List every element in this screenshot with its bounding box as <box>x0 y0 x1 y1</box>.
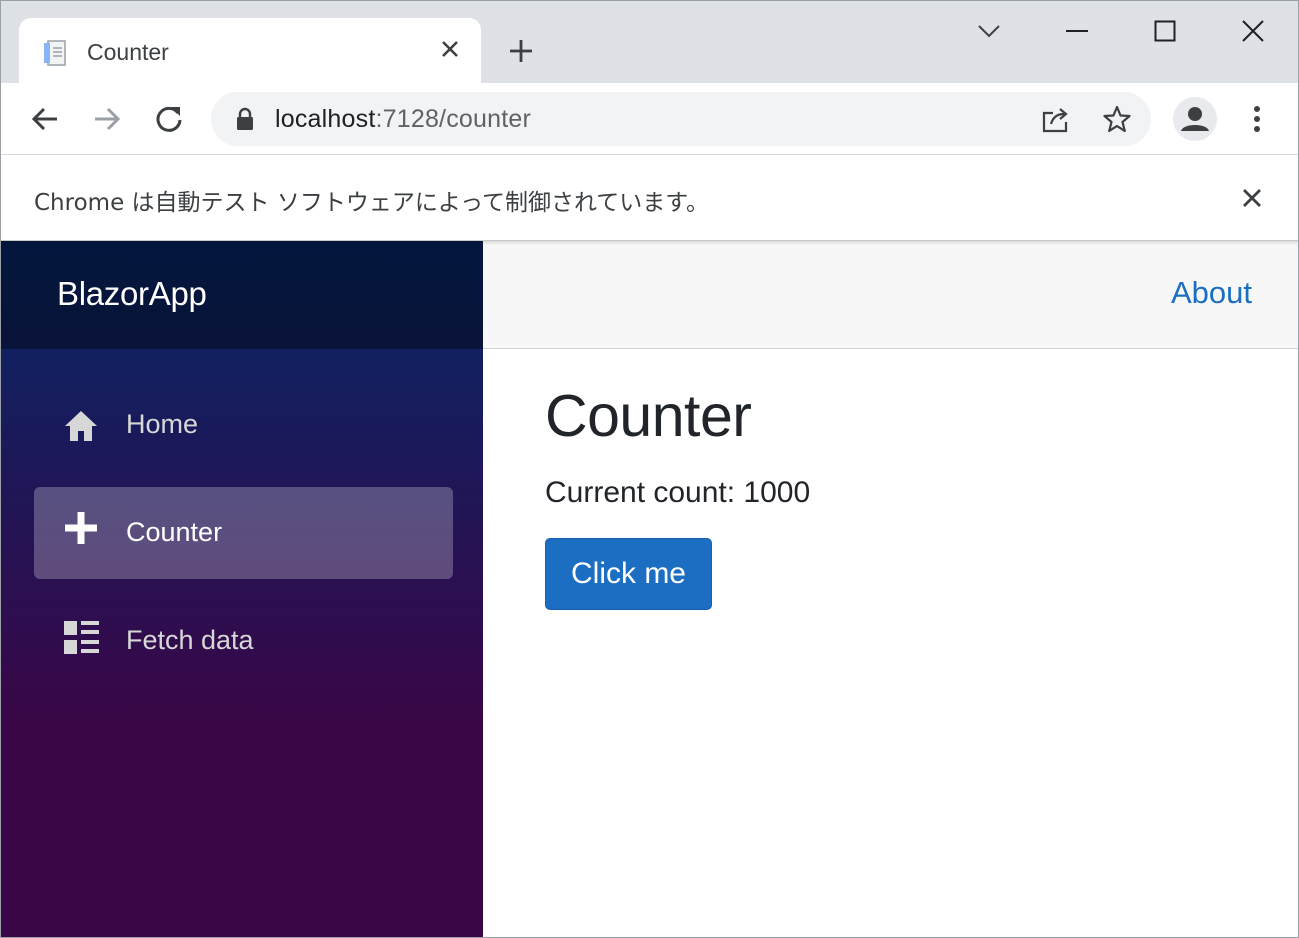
list-rich-icon <box>64 621 99 655</box>
reload-icon[interactable] <box>149 99 189 139</box>
brand-bar: BlazorApp <box>1 241 483 349</box>
main-content: About Counter Current count: 1000 Click … <box>483 241 1298 937</box>
url-host: localhost <box>275 105 376 133</box>
profile-avatar-icon[interactable] <box>1173 97 1217 141</box>
chevron-down-icon[interactable] <box>969 11 1009 51</box>
nav-item-label: Counter <box>126 517 223 547</box>
plus-icon <box>64 511 98 545</box>
back-icon[interactable] <box>25 99 65 139</box>
close-infobar-icon[interactable] <box>1235 181 1269 215</box>
forward-icon[interactable] <box>87 99 127 139</box>
nav-item-label: Fetch data <box>126 625 254 655</box>
tab-strip: Counter <box>1 1 1298 83</box>
home-icon <box>64 409 98 443</box>
click-me-button[interactable]: Click me <box>545 538 712 610</box>
tab-counter[interactable]: Counter <box>19 18 481 83</box>
share-icon[interactable] <box>1040 103 1072 135</box>
browser-window: Counter localhost:7128/counter Chrome は自… <box>0 0 1299 938</box>
brand-link[interactable]: BlazorApp <box>57 275 207 313</box>
lock-icon[interactable] <box>233 107 257 131</box>
url-text[interactable]: localhost:7128/counter <box>275 105 531 134</box>
nav-item-fetch-data[interactable]: Fetch data <box>34 595 453 687</box>
new-tab-icon[interactable] <box>504 34 538 68</box>
tab-title: Counter <box>87 39 169 65</box>
nav-item-home[interactable]: Home <box>34 379 453 471</box>
nav-item-counter[interactable]: Counter <box>34 487 453 579</box>
close-tab-icon[interactable] <box>435 34 465 64</box>
address-bar[interactable]: localhost:7128/counter <box>211 92 1151 146</box>
minimize-icon[interactable] <box>1057 11 1097 51</box>
sidebar: BlazorApp Home Counter Fetch data <box>1 241 483 937</box>
article: Counter Current count: 1000 Click me <box>545 387 810 610</box>
automation-infobar: Chrome は自動テスト ソフトウェアによって制御されています。 <box>1 155 1298 241</box>
page-title: Counter <box>545 383 752 449</box>
current-count-text: Current count: 1000 <box>545 476 811 509</box>
page-viewport: BlazorApp Home Counter Fetch data About … <box>1 241 1298 937</box>
url-path: :7128/counter <box>375 105 531 133</box>
nav-item-label: Home <box>126 409 199 439</box>
maximize-icon[interactable] <box>1145 11 1185 51</box>
top-row: About <box>483 241 1298 349</box>
browser-toolbar: localhost:7128/counter <box>1 83 1298 155</box>
infobar-message: Chrome は自動テスト ソフトウェアによって制御されています。 <box>34 190 710 216</box>
about-link[interactable]: About <box>1171 275 1252 311</box>
page-icon <box>41 38 71 68</box>
close-window-icon[interactable] <box>1233 11 1273 51</box>
star-icon[interactable] <box>1101 103 1133 135</box>
more-menu-icon[interactable] <box>1237 99 1277 139</box>
